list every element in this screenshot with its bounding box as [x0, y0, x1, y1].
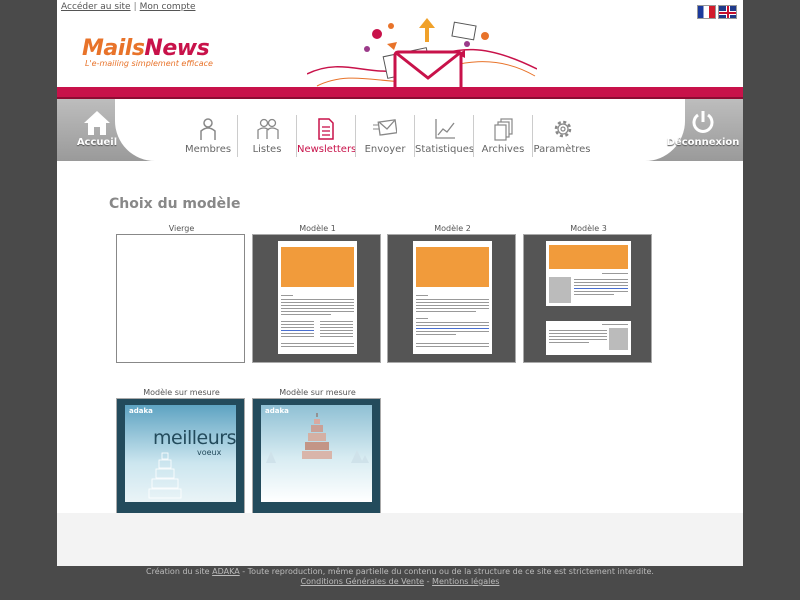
footer-copyright: - Toute reproduction, même partielle du …: [242, 567, 654, 576]
power-icon: [692, 111, 714, 133]
page-title: Choix du modèle: [109, 196, 241, 212]
my-account-link[interactable]: Mon compte: [140, 2, 196, 12]
link-separator: |: [133, 2, 137, 12]
french-flag-icon[interactable]: [697, 5, 716, 19]
footer-adaka-link[interactable]: ADAKA: [212, 567, 240, 576]
template-thumbnail[interactable]: adaka meilleurs voeux: [116, 398, 245, 527]
nav-item-label: Archives: [481, 144, 525, 155]
people-icon: [257, 118, 279, 139]
top-links: Accéder au site | Mon compte: [61, 2, 195, 12]
nav-item-envoyer[interactable]: Envoyer: [355, 115, 414, 157]
nav-item-archives[interactable]: Archives: [473, 115, 532, 157]
footer-dash: -: [426, 577, 430, 586]
logo-text-news: News: [144, 36, 210, 61]
template-preview-block-2: [546, 321, 631, 355]
footer-prefix: Création du site: [146, 567, 210, 576]
template-preview-doc: [413, 241, 492, 354]
nav-item-label: Membres: [184, 144, 232, 155]
archive-icon: [494, 118, 513, 141]
footer-legal-link[interactable]: Mentions légales: [432, 577, 499, 586]
nav-item-membres[interactable]: Membres: [179, 115, 237, 157]
gift-tower-illustration: [148, 452, 182, 499]
greeting-card-preview: adaka meilleurs voeux: [125, 405, 236, 502]
template-thumbnail[interactable]: [116, 234, 245, 363]
nav-item-label: Listes: [252, 144, 282, 155]
envelope-icon: [373, 119, 397, 136]
template-thumbnail[interactable]: adaka: [252, 398, 381, 527]
site-logo[interactable]: MailsNews L'e-mailing simplement efficac…: [82, 36, 213, 68]
site-footer: Création du site ADAKA - Toute reproduct…: [0, 567, 800, 587]
nav-item-label: Statistiques: [415, 144, 475, 155]
greeting-card-preview: adaka: [261, 405, 372, 502]
template-preview-block-1: [546, 241, 631, 306]
access-site-link[interactable]: Accéder au site: [61, 2, 131, 12]
template-model-3[interactable]: Modèle 3: [523, 223, 654, 363]
card-brand: adaka: [129, 407, 153, 415]
nav-home-button[interactable]: Accueil: [57, 99, 137, 161]
nav-items: Membres Listes Newsletters Envoyer Stati…: [179, 115, 591, 157]
english-flag-icon[interactable]: [718, 5, 737, 19]
template-label: Vierge: [168, 224, 195, 233]
template-custom-2[interactable]: Modèle sur mesure adaka: [252, 387, 383, 527]
nav-item-label: Paramètres: [533, 144, 591, 155]
template-label: Modèle sur mesure: [143, 388, 220, 397]
logo-text-mails: Mails: [82, 36, 145, 61]
template-blank[interactable]: Vierge: [116, 223, 247, 363]
nav-item-label: Envoyer: [364, 144, 406, 155]
nav-item-listes[interactable]: Listes: [237, 115, 296, 157]
chart-icon: [435, 119, 455, 139]
person-icon: [200, 118, 216, 140]
template-label: Modèle 3: [570, 224, 607, 233]
template-custom-1[interactable]: Modèle sur mesure adaka meilleurs voeux: [116, 387, 247, 527]
template-preview-header: [281, 247, 354, 287]
card-subheadline: voeux: [197, 448, 222, 457]
template-label: Modèle sur mesure: [279, 388, 356, 397]
logo-tagline: L'e-mailing simplement efficace: [85, 59, 213, 68]
nav-home-label: Accueil: [76, 137, 118, 148]
card-headline: meilleurs: [153, 427, 236, 449]
footer-terms-link[interactable]: Conditions Générales de Vente: [301, 577, 425, 586]
main-navigation: Accueil Membres Listes Newsletters Envoy…: [57, 99, 743, 161]
page-container: Accéder au site | Mon compte MailsNews L'e…: [57, 0, 743, 566]
template-label: Modèle 1: [299, 224, 336, 233]
nav-item-parametres[interactable]: Paramètres: [532, 115, 591, 157]
language-flags: [697, 5, 737, 19]
nav-item-newsletters[interactable]: Newsletters: [296, 115, 357, 157]
template-preview-doc: [278, 241, 357, 354]
template-thumbnail[interactable]: [252, 234, 381, 363]
template-thumbnail[interactable]: [387, 234, 516, 363]
template-label: Modèle 2: [434, 224, 471, 233]
template-preview-header: [549, 245, 628, 269]
template-model-1[interactable]: Modèle 1: [252, 223, 383, 363]
gear-icon: [554, 120, 572, 138]
snowy-trees-illustration: [266, 450, 369, 463]
nav-item-label: Newsletters: [297, 144, 357, 155]
template-preview-header: [416, 247, 489, 287]
nav-logout-button[interactable]: Déconnexion: [663, 99, 743, 161]
nav-logout-label: Déconnexion: [666, 137, 740, 148]
document-icon: [318, 118, 334, 140]
card-brand: adaka: [265, 407, 289, 415]
content-footer-band: [57, 513, 743, 566]
template-thumbnail[interactable]: [523, 234, 652, 363]
nav-item-statistiques[interactable]: Statistiques: [414, 115, 475, 157]
home-icon: [84, 111, 110, 135]
template-model-2[interactable]: Modèle 2: [387, 223, 518, 363]
